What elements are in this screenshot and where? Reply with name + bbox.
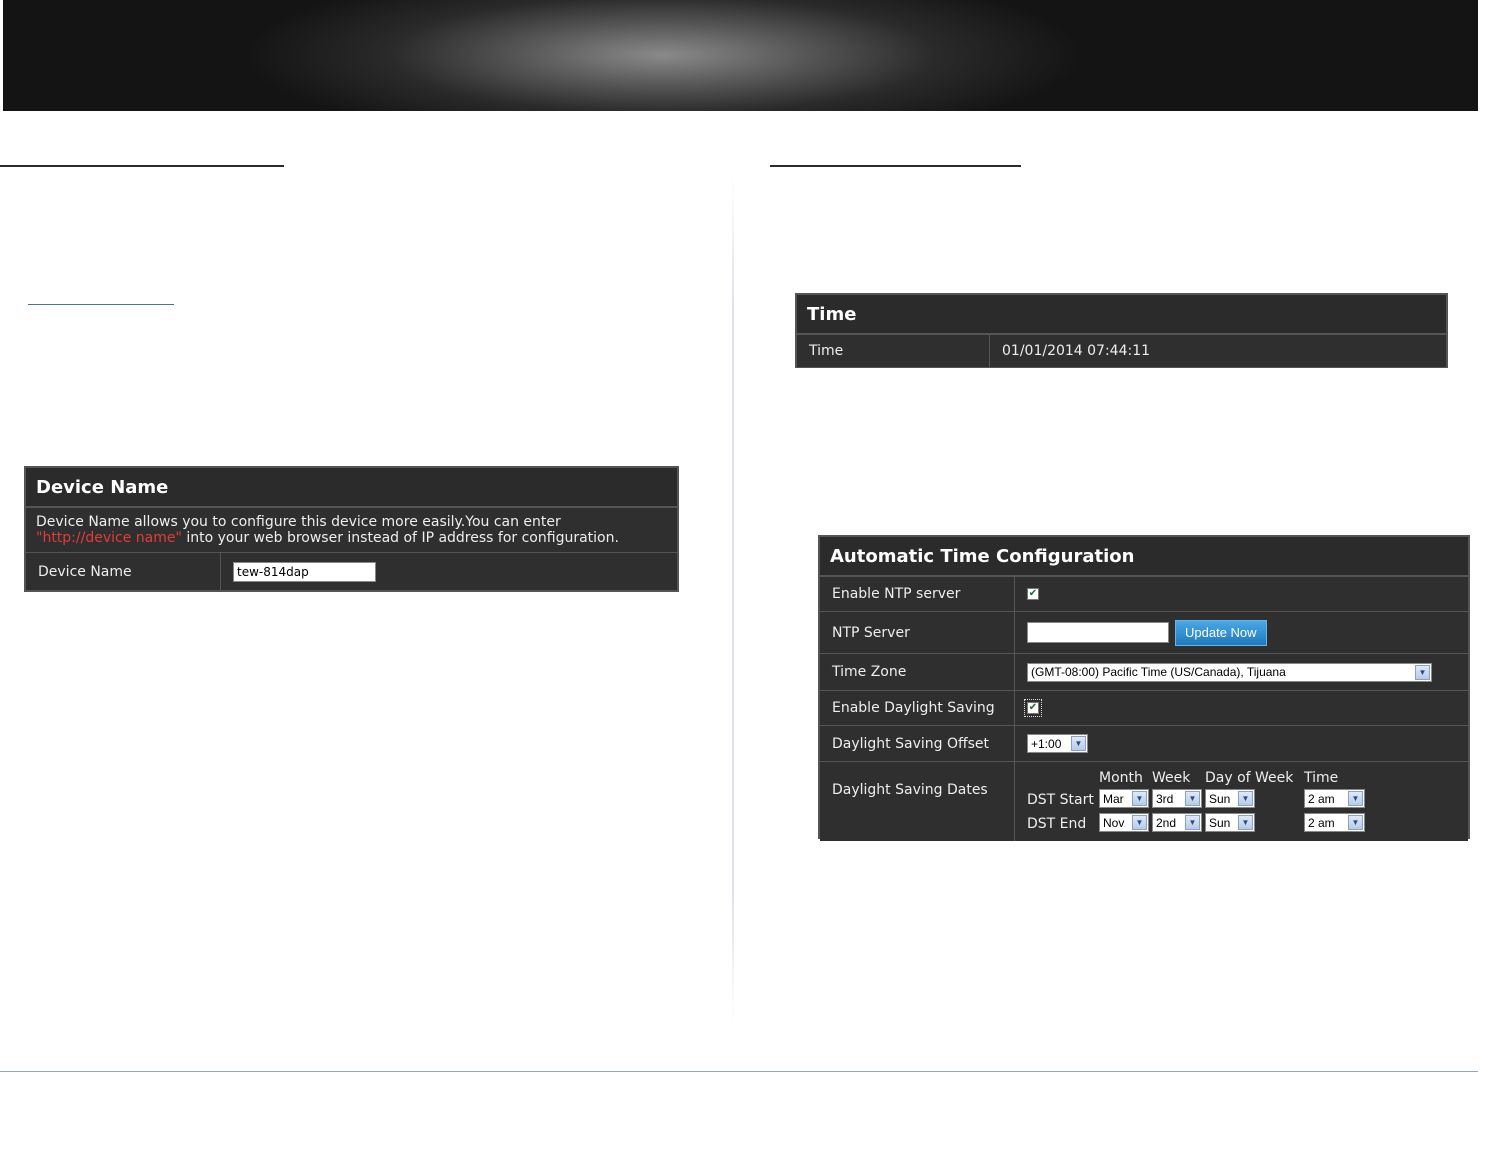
dst-end-day-select[interactable]: Sun ▼ [1205, 813, 1255, 832]
column-divider [732, 175, 734, 1025]
dst-grid: Month Week Day of Week Time DST Start Ma… [1015, 762, 1468, 841]
dst-start-time: 2 am [1308, 791, 1335, 806]
description-line1: Device Name allows you to configure this… [36, 514, 561, 530]
enable-ntp-cell: ✔ [1015, 577, 1468, 611]
dst-offset-row: Daylight Saving Offset +1:00 ▼ [820, 725, 1468, 761]
time-zone-row: Time Zone (GMT-08:00) Pacific Time (US/C… [820, 653, 1468, 690]
header-banner [3, 0, 1478, 111]
auto-time-title: Automatic Time Configuration [820, 537, 1468, 576]
description-row: Device Name allows you to configure this… [26, 507, 677, 552]
device-name-row: Device Name [26, 552, 677, 590]
dst-start-time-select[interactable]: 2 am ▼ [1304, 789, 1365, 808]
dst-offset-value: +1:00 [1031, 736, 1062, 751]
dst-end-month-select[interactable]: Nov ▼ [1099, 813, 1149, 832]
ntp-server-input[interactable] [1027, 622, 1169, 643]
dst-end-time: 2 am [1308, 815, 1335, 830]
chevron-down-icon: ▼ [1348, 815, 1363, 830]
right-section-rule [770, 165, 1021, 167]
chevron-down-icon: ▼ [1348, 791, 1363, 806]
dst-dates-cell: Month Week Day of Week Time DST Start Ma… [1015, 762, 1468, 841]
description-line2: into your web browser instead of IP addr… [181, 530, 619, 546]
enable-dst-checkbox[interactable]: ✔ [1024, 699, 1042, 717]
device-name-label: Device Name [26, 553, 221, 590]
enable-ntp-checkbox[interactable]: ✔ [1027, 588, 1039, 600]
dst-start-month-select[interactable]: Mar ▼ [1099, 789, 1149, 808]
dst-start-day: Sun [1209, 791, 1231, 806]
dst-header-month: Month [1099, 770, 1143, 786]
description-text: Device Name allows you to configure this… [26, 508, 677, 552]
time-panel-title: Time [797, 295, 1446, 334]
dst-dates-row: Daylight Saving Dates Month Week Day of … [820, 761, 1468, 841]
ntp-server-label: NTP Server [820, 612, 1015, 653]
time-value: 01/01/2014 07:44:11 [1002, 343, 1151, 359]
dst-end-week-select[interactable]: 2nd ▼ [1152, 813, 1202, 832]
dst-dates-label: Daylight Saving Dates [820, 762, 1015, 841]
panel-title: Device Name [26, 468, 677, 507]
enable-dst-row: Enable Daylight Saving ✔ [820, 690, 1468, 725]
time-zone-select[interactable]: (GMT-08:00) Pacific Time (US/Canada), Ti… [1027, 662, 1432, 682]
device-name-cell [221, 553, 677, 590]
description-highlight: "http://device name" [36, 530, 182, 546]
enable-ntp-label: Enable NTP server [820, 577, 1015, 611]
enable-ntp-row: Enable NTP server ✔ [820, 576, 1468, 611]
chevron-down-icon: ▼ [1185, 815, 1200, 830]
dst-start-day-select[interactable]: Sun ▼ [1205, 789, 1255, 808]
dst-start-week-select[interactable]: 3rd ▼ [1152, 789, 1202, 808]
footer-rule [0, 1071, 1478, 1072]
dst-end-label: DST End [1027, 816, 1087, 832]
time-zone-cell: (GMT-08:00) Pacific Time (US/Canada), Ti… [1015, 654, 1468, 690]
chevron-down-icon: ▼ [1132, 791, 1147, 806]
dst-end-time-select[interactable]: 2 am ▼ [1304, 813, 1365, 832]
dst-offset-label: Daylight Saving Offset [820, 726, 1015, 761]
chevron-down-icon: ▼ [1238, 791, 1253, 806]
enable-dst-label: Enable Daylight Saving [820, 691, 1015, 725]
time-zone-value: (GMT-08:00) Pacific Time (US/Canada), Ti… [1031, 665, 1286, 679]
time-row: Time 01/01/2014 07:44:11 [797, 334, 1446, 367]
chevron-down-icon: ▼ [1185, 791, 1200, 806]
link-underline [28, 304, 174, 305]
chevron-down-icon: ▼ [1238, 815, 1253, 830]
ntp-server-row: NTP Server Update Now [820, 611, 1468, 653]
chevron-down-icon: ▼ [1071, 736, 1086, 751]
dst-start-month: Mar [1103, 791, 1124, 806]
dst-header-week: Week [1152, 770, 1191, 786]
dst-start-label: DST Start [1027, 792, 1094, 808]
dst-header-time: Time [1304, 770, 1339, 786]
dst-end-week: 2nd [1156, 815, 1177, 830]
chevron-down-icon: ▼ [1132, 815, 1147, 830]
dst-start-week: 3rd [1156, 791, 1174, 806]
auto-time-panel: Automatic Time Configuration Enable NTP … [818, 535, 1470, 841]
device-name-input[interactable] [233, 561, 376, 582]
device-name-panel: Device Name Device Name allows you to co… [24, 466, 679, 592]
enable-dst-cell: ✔ [1015, 691, 1468, 725]
left-section-rule [0, 165, 284, 167]
ntp-server-cell: Update Now [1015, 612, 1468, 653]
update-now-button[interactable]: Update Now [1175, 619, 1267, 646]
chevron-down-icon: ▼ [1415, 664, 1430, 680]
dst-end-month: Nov [1103, 815, 1125, 830]
dst-header-day-of-week: Day of Week [1205, 770, 1294, 786]
time-zone-label: Time Zone [820, 654, 1015, 690]
dst-offset-select[interactable]: +1:00 ▼ [1027, 734, 1088, 753]
time-panel: Time Time 01/01/2014 07:44:11 [795, 293, 1448, 368]
dst-offset-cell: +1:00 ▼ [1015, 726, 1468, 761]
time-label: Time [797, 335, 990, 367]
dst-end-day: Sun [1209, 815, 1231, 830]
